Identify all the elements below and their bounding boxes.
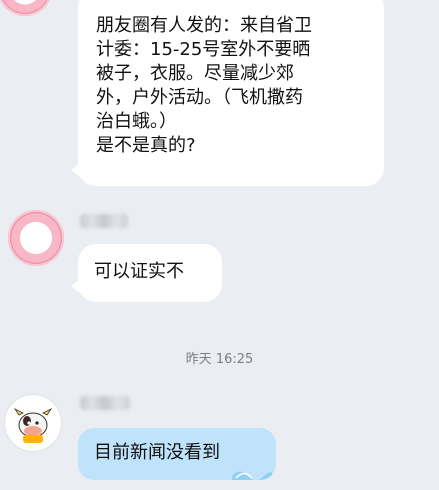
- bubble-tail: [78, 456, 81, 472]
- avatar-pink[interactable]: [8, 210, 64, 266]
- bubble-tail: [71, 162, 81, 178]
- bubble-tail: [71, 278, 81, 294]
- avatar-cow[interactable]: [4, 394, 62, 452]
- heart-icon: [26, 230, 46, 250]
- wave-decoration-icon: [232, 471, 272, 480]
- message-text-1: 朋友圈有人发的：来自省卫 计委：15-25号室外不要晒 被子，衣服。尽量减少郊 …: [96, 15, 312, 156]
- sender-name-blurred: [80, 396, 130, 410]
- cow-icon: [13, 407, 53, 443]
- message-text-2: 可以证实不: [94, 261, 184, 282]
- sender-name-blurred: [80, 214, 128, 228]
- message-bubble-3[interactable]: 目前新闻没看到: [78, 428, 276, 480]
- message-bubble-1[interactable]: 朋友圈有人发的：来自省卫 计委：15-25号室外不要晒 被子，衣服。尽量减少郊 …: [71, 0, 384, 186]
- message-bubble-2[interactable]: 可以证实不: [71, 244, 222, 302]
- message-timestamp: 昨天 16:25: [185, 352, 254, 367]
- avatar-pink-top[interactable]: [0, 0, 52, 16]
